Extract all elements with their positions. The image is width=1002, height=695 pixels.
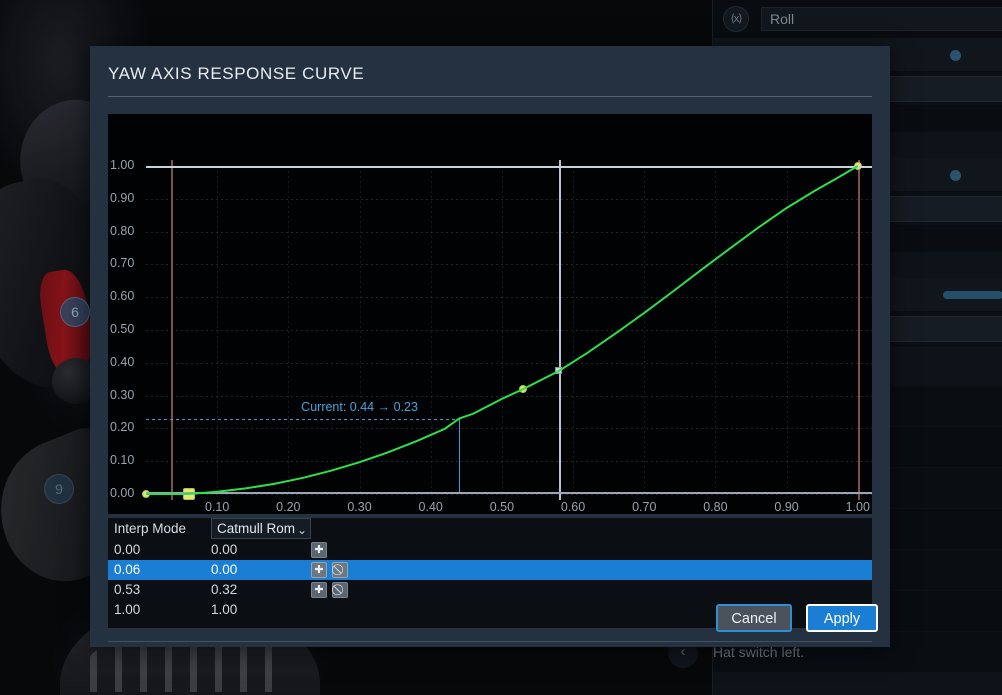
interp-mode-label: Interp Mode xyxy=(114,521,186,536)
y-axis-tick-label: 0.30 xyxy=(110,388,144,402)
x-axis-tick-label: 0.20 xyxy=(263,500,313,514)
x-axis-tick-label: 1.00 xyxy=(833,500,883,514)
y-axis-tick-label: 0.60 xyxy=(110,289,144,303)
dialog-footer-divider xyxy=(108,641,872,642)
curve-path xyxy=(146,166,858,494)
y-axis-tick-label: 0.40 xyxy=(110,355,144,369)
cancel-button[interactable]: Cancel xyxy=(716,604,792,632)
cell-y-value[interactable]: 0.00 xyxy=(211,542,237,557)
y-axis-tick-label: 0.70 xyxy=(110,256,144,270)
cell-x-value[interactable]: 1.00 xyxy=(114,602,140,617)
y-axis-tick-label: 0.50 xyxy=(110,322,144,336)
x-axis-tick-label: 0.60 xyxy=(548,500,598,514)
app-root: 6 9 ⟨x⟩ Roll Add Response Curve Add Resp… xyxy=(0,0,1002,695)
plus-icon[interactable]: ✚ xyxy=(311,542,327,558)
cell-x-value[interactable]: 0.53 xyxy=(114,582,140,597)
y-axis-tick-label: 0.00 xyxy=(110,486,144,500)
dialog-title: YAW AXIS RESPONSE CURVE xyxy=(108,64,364,84)
no-entry-icon[interactable]: ⃠ xyxy=(332,582,348,598)
interp-mode-value: Catmull Rom xyxy=(217,521,295,536)
plot-area[interactable]: 0.000.100.200.300.400.500.600.700.800.90… xyxy=(146,166,872,494)
x-axis-tick-label: 0.80 xyxy=(690,500,740,514)
table-header-row: Interp Mode Catmull Rom ⌄ xyxy=(108,518,872,540)
response-curve-graph[interactable]: 0.00 0.10 0.20 0.30 0.40 0.50 0.60 0.70 0.80 0.90… xyxy=(108,114,872,514)
table-row[interactable]: 0.06 0.00 ✚⃠ xyxy=(108,560,872,580)
cell-x-value[interactable]: 0.00 xyxy=(114,542,140,557)
x-axis-tick-label: 0.10 xyxy=(192,500,242,514)
x-axis-tick-label: 0.90 xyxy=(762,500,812,514)
table-row[interactable]: 0.00 0.00 ✚ xyxy=(108,540,872,560)
y-axis-tick-label: 0.10 xyxy=(110,453,144,467)
cell-y-value[interactable]: 0.32 xyxy=(211,582,237,597)
response-curve-line xyxy=(146,166,872,494)
interp-mode-select[interactable]: Catmull Rom ⌄ xyxy=(211,518,311,539)
cell-y-value[interactable]: 0.00 xyxy=(211,562,237,577)
dialog-title-divider xyxy=(108,96,872,97)
y-axis-tick-label: 0.80 xyxy=(110,224,144,238)
apply-button[interactable]: Apply xyxy=(806,604,878,632)
x-axis-tick-label: 0.30 xyxy=(335,500,385,514)
x-axis-tick-label: 0.40 xyxy=(406,500,456,514)
response-curve-dialog: YAW AXIS RESPONSE CURVE 0.00 0.10 0.20 0.30… xyxy=(90,46,890,647)
x-axis-tick-label: 0.50 xyxy=(477,500,527,514)
chevron-down-icon: ⌄ xyxy=(297,521,307,540)
y-axis-tick-label: 0.20 xyxy=(110,420,144,434)
no-entry-icon[interactable]: ⃠ xyxy=(332,562,348,578)
plus-icon[interactable]: ✚ xyxy=(311,582,327,598)
cell-y-value[interactable]: 1.00 xyxy=(211,602,237,617)
table-row[interactable]: 0.53 0.32 ✚⃠ xyxy=(108,580,872,600)
y-gridline xyxy=(146,494,872,495)
y-axis-tick-label: 1.00 xyxy=(110,158,144,172)
y-axis-tick-label: 0.90 xyxy=(110,191,144,205)
x-axis-tick-label: 0.70 xyxy=(619,500,669,514)
cell-x-value[interactable]: 0.06 xyxy=(114,562,140,577)
plus-icon[interactable]: ✚ xyxy=(311,562,327,578)
